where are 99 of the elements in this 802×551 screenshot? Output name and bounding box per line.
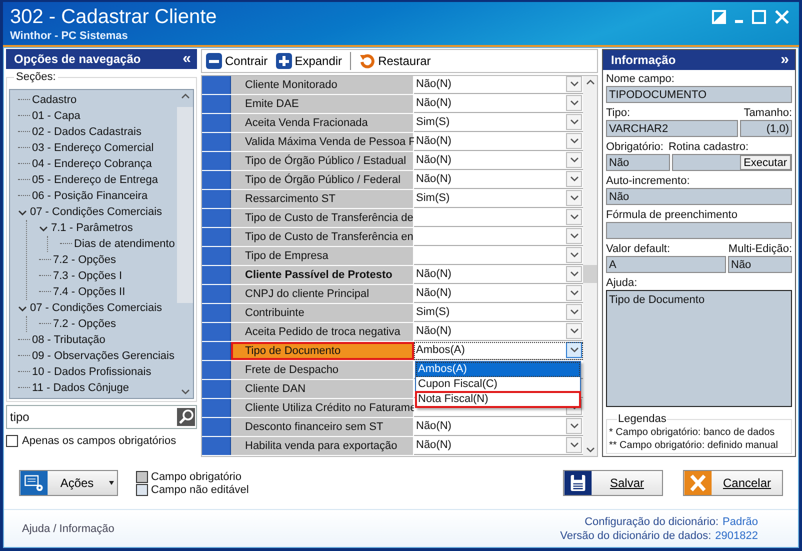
save-button[interactable]: Salvar (563, 470, 663, 496)
tree-item[interactable]: 7.1 - Parâmetros (51, 221, 133, 235)
value-dropdown[interactable]: Não(N) (414, 152, 583, 170)
search-field[interactable]: tipo (6, 405, 197, 429)
value-dropdown[interactable]: Não(N) (414, 132, 583, 151)
tree-item[interactable]: 07 - Condições Comerciais (30, 205, 162, 219)
legend-text: * Campo obrigatório: banco de dados (609, 426, 775, 439)
tree-item[interactable]: 03 - Endereço Comercial (32, 141, 154, 155)
tree-item[interactable]: 06 - Posição Financeira (32, 189, 148, 203)
dropdown-option[interactable]: Nota Fiscal(N) (416, 392, 580, 407)
property-label[interactable]: Frete de Despacho (231, 360, 414, 379)
tree-item[interactable]: 7.4 - Opções II (53, 285, 126, 299)
panel-title: Informação (611, 53, 676, 67)
tree-item[interactable]: 7.2 - Opções (53, 317, 116, 331)
dropdown-option[interactable]: Cupon Fiscal(C) (416, 376, 580, 392)
footer-value: Padrão (722, 516, 758, 528)
property-label[interactable]: Cliente Utiliza Crédito no Faturame (231, 398, 414, 417)
footer-value: 2901822 (715, 530, 758, 542)
tree-item[interactable]: 02 - Dados Cadastrais (32, 125, 142, 139)
property-label[interactable]: Emite DAE (231, 94, 414, 113)
readonly-field: A (606, 256, 726, 273)
readonly-field: Não (728, 256, 792, 273)
property-label[interactable]: Cliente Passível de Protesto (231, 266, 414, 284)
field-label: Multi-Edição: (728, 242, 792, 256)
toolbar-button[interactable]: Contrair (206, 52, 268, 69)
value-dropdown[interactable]: Não(N) (414, 284, 583, 303)
property-label[interactable]: Tipo de Órgão Público / Estadual (231, 152, 414, 170)
field-label: Tamanho: (744, 106, 792, 120)
field-label: Fórmula de preenchimento (606, 208, 738, 222)
tree-item[interactable]: 11 - Dados Cônjuge (32, 381, 130, 395)
window-title: 302 - Cadastrar Cliente (10, 6, 217, 28)
tree-item[interactable]: 10 - Dados Profissionais (32, 365, 152, 379)
group-label: Seções: (14, 71, 58, 83)
tree-item[interactable]: 04 - Endereço Cobrança (32, 157, 152, 171)
value-dropdown[interactable]: Sim(S) (414, 114, 583, 132)
value-dropdown[interactable]: Não(N) (414, 76, 583, 94)
property-label[interactable]: Tipo de Empresa (231, 246, 414, 265)
tree-item[interactable]: 08 - Tributação (32, 333, 106, 347)
field-label: Rotina cadastro: (668, 140, 749, 154)
field-label: Ajuda: (606, 276, 638, 290)
value-dropdown[interactable]: Não(N) (414, 322, 583, 341)
legend-text: ** Campo obrigatório: definido manual (609, 439, 778, 452)
footer-label: Configuração do dicionário: (584, 516, 719, 528)
toolbar-button[interactable]: Expandir (276, 52, 342, 69)
collapse-button[interactable]: « (182, 52, 191, 66)
readonly-field: VARCHAR2 (606, 120, 738, 137)
toolbar-button[interactable]: Restaurar (359, 52, 431, 69)
tree-item[interactable]: 09 - Observações Gerenciais (32, 349, 174, 363)
readonly-field: Não (606, 154, 670, 171)
actions-button[interactable]: Ações (19, 470, 118, 496)
group-label: Legendas (617, 413, 668, 425)
tree-item[interactable]: Dias de atendimento (74, 237, 175, 251)
property-label[interactable]: Tipo de Custo de Transferência de (231, 208, 414, 227)
property-label[interactable]: Tipo de Documento (231, 342, 414, 360)
property-label[interactable]: Cliente DAN (231, 380, 414, 398)
dropdown-option[interactable]: Ambos(A) (416, 362, 580, 377)
value-dropdown[interactable]: Sim(S) (414, 304, 583, 322)
readonly-field: (1,0) (740, 120, 792, 137)
property-label[interactable]: Ressarcimento ST (231, 190, 414, 208)
cancel-button[interactable]: Cancelar (683, 470, 783, 496)
property-label[interactable]: Contribuinte (231, 304, 414, 322)
legend-label: Campo não editável (151, 484, 249, 496)
property-label[interactable]: Habilita venda para exportação (231, 436, 414, 455)
footer-label: Versão do dicionário de dados: (560, 530, 712, 542)
window-subtitle: Winthor - PC Sistemas (10, 30, 128, 42)
tree-item[interactable]: 01 - Capa (32, 109, 80, 123)
field-label: Tipo: (606, 106, 630, 120)
value-dropdown[interactable]: Sim(S) (414, 190, 583, 208)
property-label[interactable]: Aceita Venda Fracionada (231, 114, 414, 132)
panel-title: Opções de navegação (14, 52, 141, 66)
value-dropdown[interactable]: Não(N) (414, 418, 583, 436)
property-label[interactable]: CNPJ do cliente Principal (231, 284, 414, 303)
field-label: Valor default: (606, 242, 670, 256)
expand-button[interactable]: » (780, 53, 789, 67)
value-dropdown[interactable]: Não(N) (414, 94, 583, 113)
help-text-area: Tipo de Documento (606, 290, 792, 407)
readonly-field: Não (606, 188, 792, 205)
checkbox-label: Apenas os campos obrigatórios (22, 435, 176, 447)
execute-button[interactable]: Executar (740, 155, 791, 170)
property-label[interactable]: Tipo de Custo de Transferência en (231, 228, 414, 246)
value-dropdown[interactable]: Não(N) (414, 436, 583, 455)
value-dropdown[interactable]: Não(N) (414, 266, 583, 284)
field-label: Obrigatório: (606, 140, 664, 154)
field-label: Nome campo: (606, 72, 676, 86)
field-label: Auto-incremento: (606, 174, 691, 188)
tree-item[interactable]: 7.3 - Opções I (53, 269, 122, 283)
readonly-field: TIPODOCUMENTO (606, 86, 792, 103)
property-label[interactable]: Aceita Pedido de troca negativa (231, 322, 414, 341)
tree-item[interactable]: 05 - Endereço de Entrega (32, 173, 158, 187)
property-label[interactable]: Cliente Monitorado (231, 76, 414, 94)
property-label[interactable]: Tipo de Órgão Público / Federal (231, 170, 414, 189)
tree-item[interactable]: Cadastro (32, 93, 77, 107)
tree-item[interactable]: 07 - Condições Comerciais (30, 301, 162, 315)
property-label[interactable]: Desconto financeiro sem ST (231, 418, 414, 436)
value-dropdown[interactable]: Não(N) (414, 170, 583, 189)
tree-item[interactable]: 7.2 - Opções (53, 253, 116, 267)
legend-label: Campo obrigatório (151, 470, 242, 482)
help-link[interactable]: Ajuda / Informação (22, 522, 114, 534)
dropdown-list[interactable]: Ambos(A) Cupon Fiscal(C) Nota Fiscal(N) (415, 360, 581, 408)
